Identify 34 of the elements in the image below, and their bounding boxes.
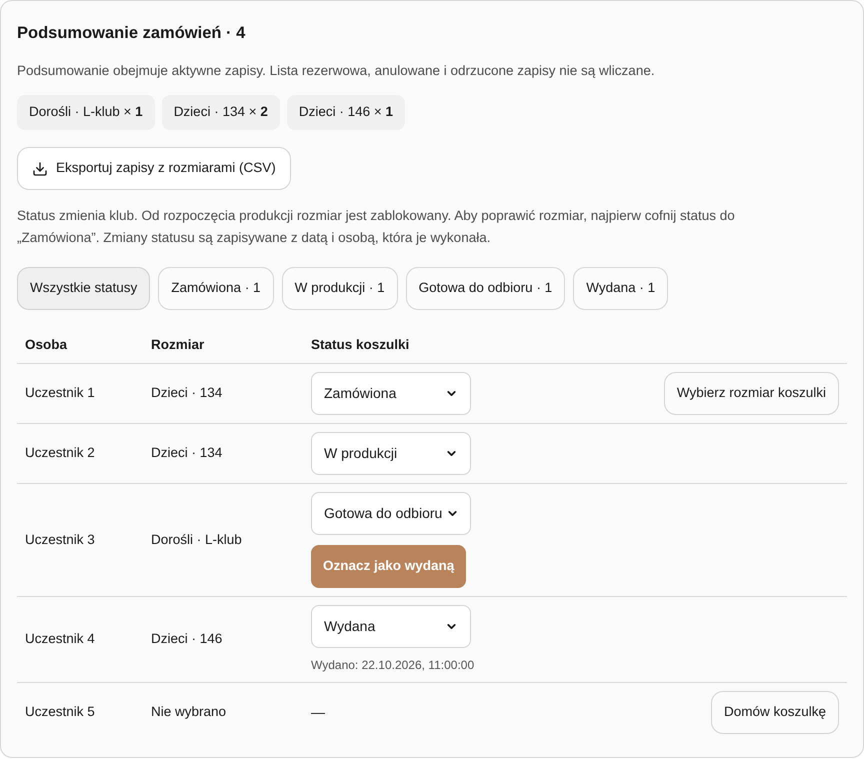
column-header: Status koszulki bbox=[311, 336, 410, 352]
status-filter-button[interactable]: W produkcji · 1 bbox=[282, 267, 398, 310]
choose-size-button[interactable]: Wybierz rozmiar koszulki bbox=[664, 372, 839, 414]
size-label: Dzieci · 134 bbox=[151, 445, 222, 460]
size-count-chip: Dzieci · 134 × 2 bbox=[162, 95, 280, 130]
status-filter-button[interactable]: Wszystkie statusy bbox=[17, 267, 150, 310]
status-filter-button[interactable]: Wydana · 1 bbox=[573, 267, 668, 310]
status-select[interactable]: W produkcji bbox=[311, 432, 471, 474]
person-name: Uczestnik 4 bbox=[25, 631, 95, 646]
person-name: Uczestnik 1 bbox=[25, 385, 95, 400]
person-name: Uczestnik 3 bbox=[25, 532, 95, 546]
size-count-chip: Dorośli · L-klub × 1 bbox=[17, 95, 155, 130]
status-select[interactable]: Wydana bbox=[311, 604, 471, 648]
column-header: Rozmiar bbox=[151, 336, 204, 352]
status-text: — bbox=[311, 702, 325, 722]
download-icon bbox=[32, 160, 48, 176]
size-label: Dorośli · L-klub bbox=[151, 532, 242, 546]
size-label: Dzieci · 146 bbox=[151, 631, 222, 646]
status-select[interactable]: Gotowa do odbioru bbox=[311, 492, 471, 534]
status-select[interactable]: Zamówiona bbox=[311, 372, 471, 414]
export-csv-button[interactable]: Eksportuj zapisy z rozmiarami (CSV) bbox=[17, 147, 291, 190]
status-info-text: Status zmienia klub. Od rozpoczęcia produkcji rozmiar jest zablokowany. Aby poprawić rozmiar, najpierw cofnij status do „Zamówiona”. Zmiany statusu są zapisywane z datą i osobą, która je wykonała. bbox=[17, 207, 736, 247]
person-name: Uczestnik 5 bbox=[25, 704, 95, 719]
size-count-chip: Dzieci · 146 × 1 bbox=[286, 95, 406, 130]
summary-description: Podsumowanie obejmuje aktywne zapisy. Lista rezerwowa, anulowane i odrzucone zapisy nie są wliczane. bbox=[17, 62, 656, 80]
column-header: Osoba bbox=[25, 336, 68, 352]
order-shirt-button[interactable]: Domów koszulkę bbox=[710, 690, 839, 734]
size-label: Nie wybrano bbox=[151, 704, 226, 719]
card-title: Podsumowanie zamówień · 4 bbox=[17, 23, 246, 44]
person-name: Uczestnik 2 bbox=[25, 445, 95, 460]
issued-date-note: Wydano: 22.10.2026, 11:00:00 bbox=[311, 656, 474, 674]
size-label: Dzieci · 134 bbox=[151, 385, 222, 400]
status-filter-button[interactable]: Gotowa do odbioru · 1 bbox=[406, 267, 566, 310]
status-filter-button[interactable]: Zamówiona · 1 bbox=[158, 267, 274, 310]
